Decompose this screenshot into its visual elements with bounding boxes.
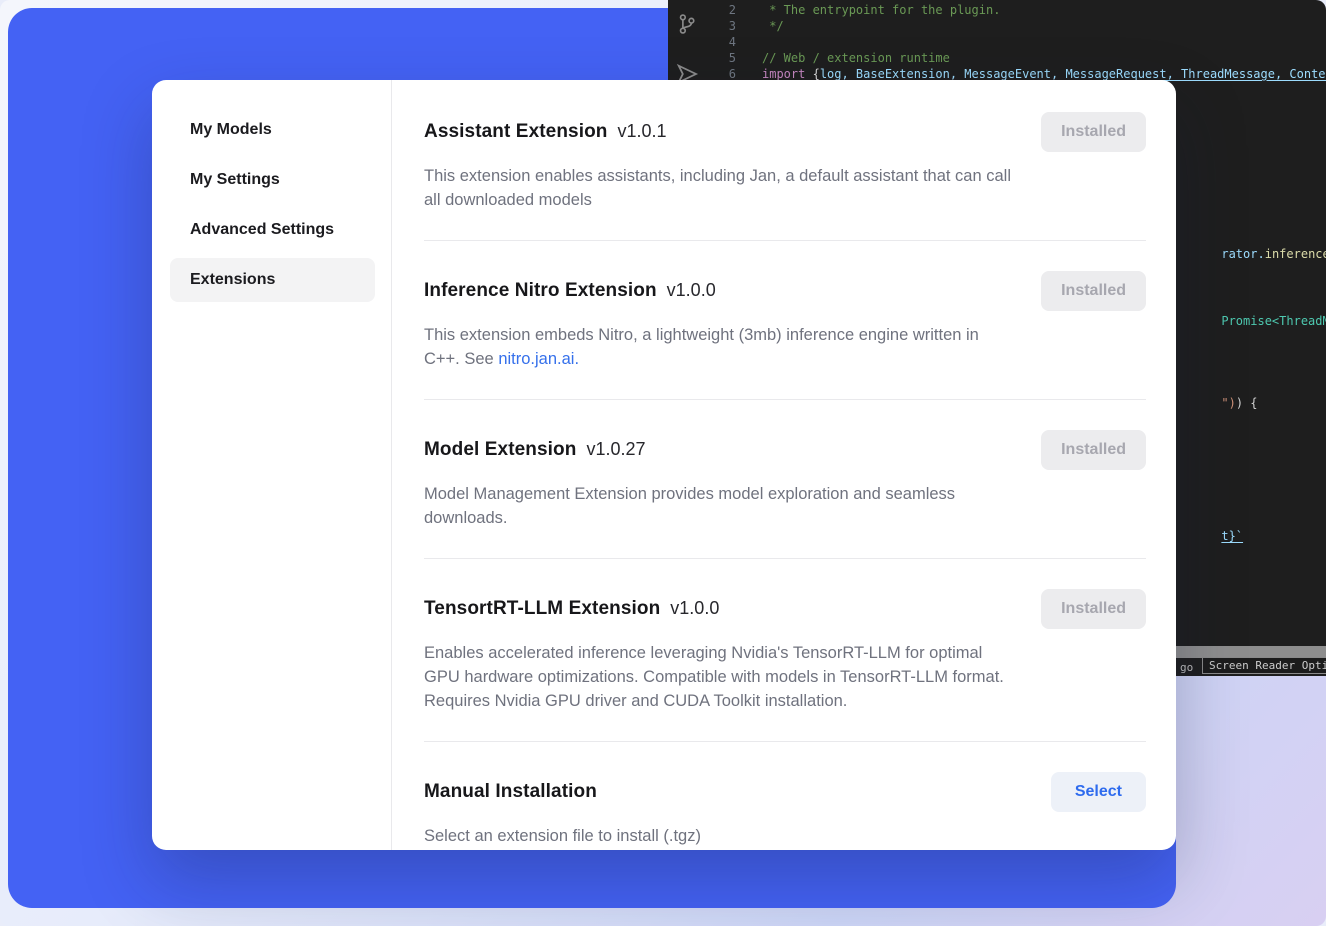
code-fragment: Promise<ThreadMessage> bbox=[1178, 297, 1326, 345]
settings-modal: My Models My Settings Advanced Settings … bbox=[152, 80, 1176, 850]
settings-sidebar: My Models My Settings Advanced Settings … bbox=[152, 80, 392, 850]
sidebar-item-my-models[interactable]: My Models bbox=[170, 108, 375, 152]
extension-row-model: Model Extension v1.0.27 Installed Model … bbox=[424, 400, 1146, 559]
extension-version: v1.0.1 bbox=[618, 121, 667, 142]
line-number: 5 bbox=[706, 50, 736, 66]
statusbar-text: go bbox=[1180, 661, 1193, 674]
select-file-button[interactable]: Select bbox=[1051, 772, 1146, 812]
code-fragment: ")) { bbox=[1178, 379, 1258, 427]
code-line: 2 * The entrypoint for the plugin. bbox=[706, 2, 1326, 18]
installed-button[interactable]: Installed bbox=[1041, 112, 1146, 152]
manual-installation-title: Manual Installation bbox=[424, 781, 597, 803]
extension-name: Inference Nitro Extension bbox=[424, 280, 657, 302]
code-line: 5 // Web / extension runtime bbox=[706, 50, 1326, 66]
extension-version: v1.0.0 bbox=[667, 280, 716, 301]
sidebar-item-my-settings[interactable]: My Settings bbox=[170, 158, 375, 202]
manual-installation-description: Select an extension file to install (.tg… bbox=[424, 824, 1014, 848]
code-fragment: rator.inference(data)); bbox=[1178, 230, 1326, 278]
extensions-panel: Assistant Extension v1.0.1 Installed Thi… bbox=[392, 80, 1176, 850]
extension-name: TensortRT-LLM Extension bbox=[424, 598, 660, 620]
extension-name: Assistant Extension bbox=[424, 121, 608, 143]
line-number: 3 bbox=[706, 18, 736, 34]
extension-name: Model Extension bbox=[424, 439, 576, 461]
code-area: 2 * The entrypoint for the plugin. 3 */ … bbox=[706, 2, 1326, 82]
extension-description: Enables accelerated inference leveraging… bbox=[424, 641, 1014, 713]
manual-installation-row: Manual Installation Select Select an ext… bbox=[424, 742, 1146, 850]
installed-button[interactable]: Installed bbox=[1041, 430, 1146, 470]
extension-description: This extension enables assistants, inclu… bbox=[424, 164, 1014, 212]
code-fragment: t}` bbox=[1178, 512, 1243, 560]
sidebar-item-label: Advanced Settings bbox=[190, 221, 334, 239]
sidebar-item-advanced-settings[interactable]: Advanced Settings bbox=[170, 208, 375, 252]
extension-row-inference-nitro: Inference Nitro Extension v1.0.0 Install… bbox=[424, 241, 1146, 400]
source-control-icon bbox=[676, 12, 698, 36]
line-number: 2 bbox=[706, 2, 736, 18]
page: 2 * The entrypoint for the plugin. 3 */ … bbox=[0, 0, 1326, 926]
nitro-jan-ai-link[interactable]: nitro.jan.ai. bbox=[498, 350, 579, 368]
code-line: 4 bbox=[706, 34, 1326, 50]
screen-reader-optimized-badge: Screen Reader Optimized bbox=[1202, 657, 1326, 674]
extension-version: v1.0.0 bbox=[670, 598, 719, 619]
extension-row-assistant: Assistant Extension v1.0.1 Installed Thi… bbox=[424, 80, 1146, 241]
sidebar-item-label: My Settings bbox=[190, 171, 280, 189]
code-line: 3 */ bbox=[706, 18, 1326, 34]
extension-version: v1.0.27 bbox=[586, 439, 645, 460]
extension-row-tensorrt-llm: TensortRT-LLM Extension v1.0.0 Installed… bbox=[424, 559, 1146, 742]
sidebar-item-label: Extensions bbox=[190, 271, 275, 289]
sidebar-item-label: My Models bbox=[190, 121, 272, 139]
installed-button[interactable]: Installed bbox=[1041, 589, 1146, 629]
line-number: 4 bbox=[706, 34, 736, 50]
installed-button[interactable]: Installed bbox=[1041, 271, 1146, 311]
sidebar-item-extensions[interactable]: Extensions bbox=[170, 258, 375, 302]
extension-description: Model Management Extension provides mode… bbox=[424, 482, 1014, 530]
extension-description: This extension embeds Nitro, a lightweig… bbox=[424, 323, 1014, 371]
